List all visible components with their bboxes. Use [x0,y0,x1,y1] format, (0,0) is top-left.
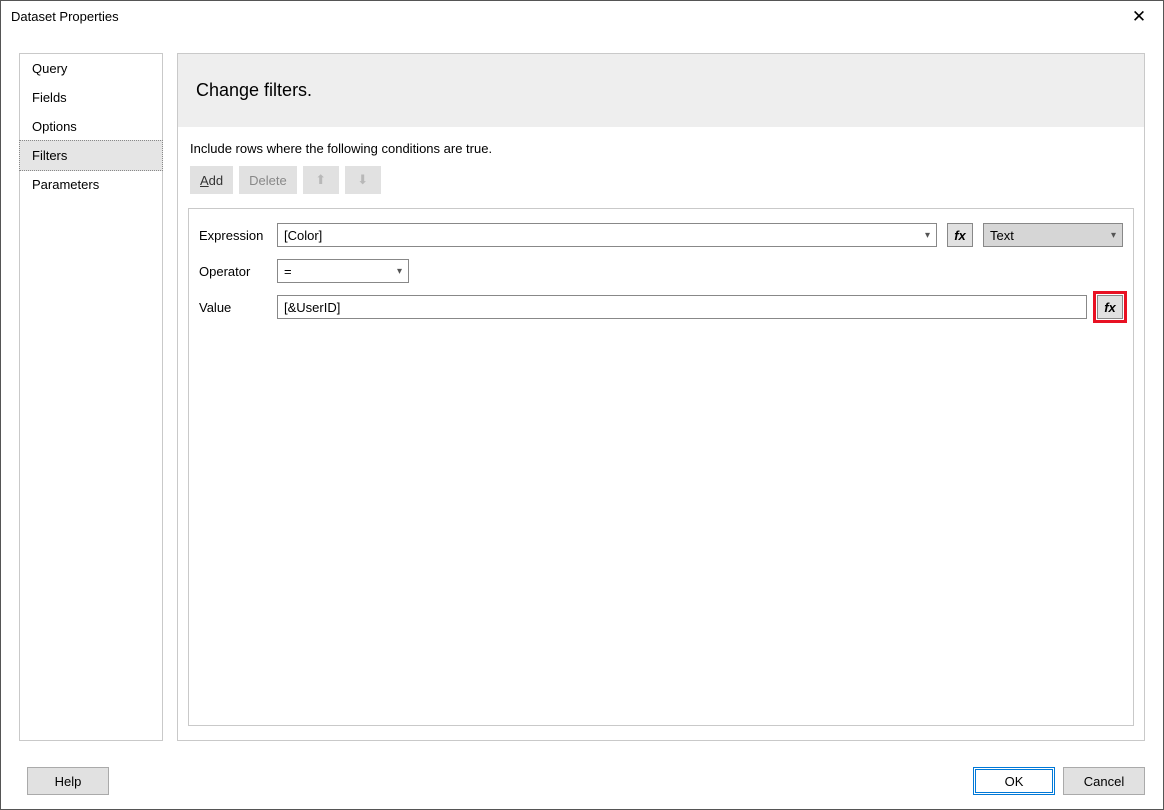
ok-button[interactable]: OK [973,767,1055,795]
main-area: Change filters. Include rows where the f… [177,53,1145,741]
chevron-down-icon: ▾ [925,230,930,241]
filter-panel: Expression [Color] ▾ fx Text ▾ Operator … [188,208,1134,726]
sidebar-item-fields[interactable]: Fields [20,83,162,112]
help-button[interactable]: Help [27,767,109,795]
operator-value: = [284,264,292,279]
footer: Help OK Cancel [19,767,1145,795]
sidebar-item-parameters[interactable]: Parameters [20,170,162,199]
sidebar-item-label: Query [32,61,67,76]
sidebar-item-options[interactable]: Options [20,112,162,141]
value-input[interactable]: [&UserID] [277,295,1087,319]
arrow-down-icon: ⬇ [357,172,368,187]
move-up-button[interactable]: ⬆ [303,166,339,194]
value-fx-button[interactable]: fx [1097,295,1123,319]
arrow-up-icon: ⬆ [315,172,326,187]
type-value: Text [990,228,1014,243]
add-button[interactable]: Add [190,166,233,194]
operator-combo[interactable]: = ▾ [277,259,409,283]
expression-label: Expression [199,228,267,243]
main-content: Include rows where the following conditi… [178,127,1144,740]
cancel-button[interactable]: Cancel [1063,767,1145,795]
expression-fx-button[interactable]: fx [947,223,973,247]
chevron-down-icon: ▾ [397,266,402,277]
fx-icon: fx [954,228,966,243]
instruction-text: Include rows where the following conditi… [188,141,1134,166]
expression-row: Expression [Color] ▾ fx Text ▾ [199,223,1123,247]
titlebar: Dataset Properties ✕ [1,1,1163,33]
delete-button[interactable]: Delete [239,166,297,194]
toolbar: Add Delete ⬆ ⬇ [188,166,1134,194]
operator-label: Operator [199,264,267,279]
value-row: Value [&UserID] fx [199,295,1123,319]
type-combo[interactable]: Text ▾ [983,223,1123,247]
sidebar-item-label: Parameters [32,177,99,192]
sidebar-item-filters[interactable]: Filters [19,140,163,171]
window-title: Dataset Properties [11,9,1125,24]
sidebar: Query Fields Options Filters Parameters [19,53,163,741]
value-text: [&UserID] [284,300,340,315]
dialog-body: Query Fields Options Filters Parameters … [1,33,1163,749]
expression-value: [Color] [284,228,322,243]
sidebar-item-label: Options [32,119,77,134]
expression-combo[interactable]: [Color] ▾ [277,223,937,247]
operator-row: Operator = ▾ [199,259,1123,283]
sidebar-item-label: Fields [32,90,67,105]
sidebar-item-label: Filters [32,148,67,163]
move-down-button[interactable]: ⬇ [345,166,381,194]
page-heading: Change filters. [178,54,1144,127]
chevron-down-icon: ▾ [1111,230,1116,241]
value-label: Value [199,300,267,315]
fx-icon: fx [1104,300,1116,315]
sidebar-item-query[interactable]: Query [20,54,162,83]
close-icon[interactable]: ✕ [1125,7,1153,27]
